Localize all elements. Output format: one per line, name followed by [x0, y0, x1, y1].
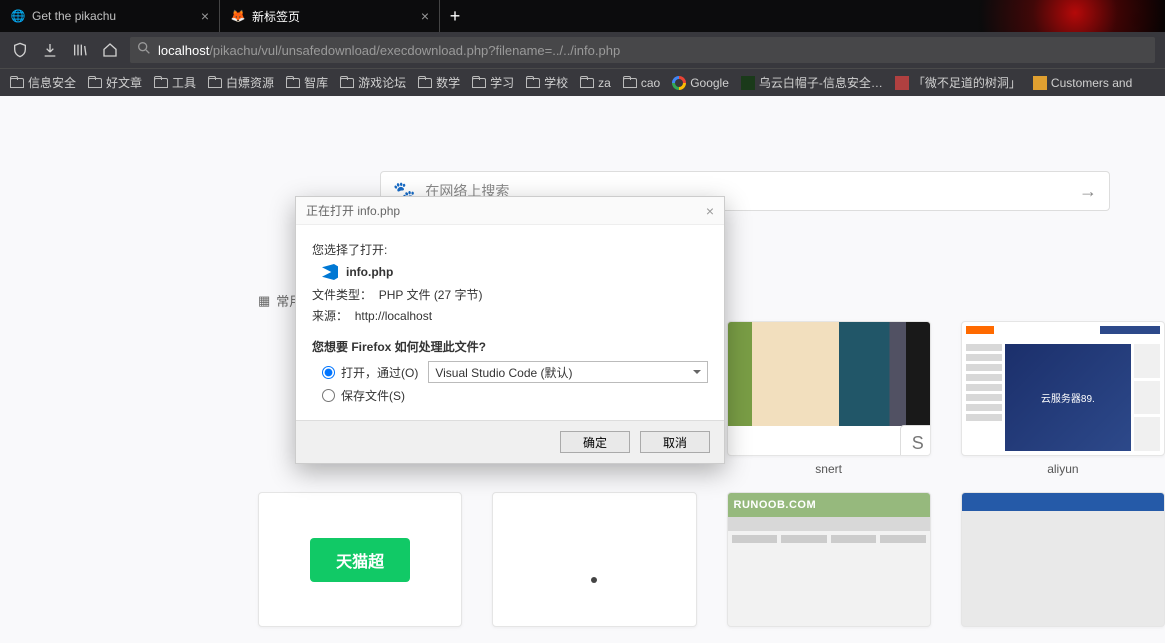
firefox-icon: 🦊: [230, 8, 246, 24]
bookmark-label: Customers and: [1051, 76, 1132, 90]
bookmark-folder[interactable]: za: [580, 76, 611, 90]
bookmark-label: 数学: [436, 74, 460, 91]
bookmark-wooyun[interactable]: 乌云白帽子-信息安全…: [741, 74, 883, 91]
bookmark-tree[interactable]: 「微不足道的树洞」: [895, 74, 1021, 91]
file-type-row: 文件类型： PHP 文件 (27 字节): [312, 286, 708, 303]
bookmark-folder[interactable]: 智库: [286, 74, 328, 91]
bookmark-folder[interactable]: 白嫖资源: [208, 74, 274, 91]
file-row: info.php: [322, 264, 708, 280]
dialog-body: 您选择了打开: info.php 文件类型： PHP 文件 (27 字节) 来源…: [296, 225, 724, 420]
how-handle-label: 您想要 Firefox 如何处理此文件?: [312, 338, 708, 355]
bookmark-folder[interactable]: 信息安全: [10, 74, 76, 91]
bookmark-folder[interactable]: 游戏论坛: [340, 74, 406, 91]
bookmarks-bar: 信息安全 好文章 工具 白嫖资源 智库 游戏论坛 数学 学习 学校 za cao…: [0, 68, 1165, 96]
option-save-file[interactable]: 保存文件(S): [322, 387, 708, 404]
bookmark-folder[interactable]: 好文章: [88, 74, 142, 91]
bookmark-customers[interactable]: Customers and: [1033, 76, 1132, 90]
bookmark-label: 工具: [172, 74, 196, 91]
search-icon: [136, 40, 152, 61]
close-icon[interactable]: ×: [201, 8, 209, 24]
file-source-row: 来源： http://localhost: [312, 307, 708, 324]
option-open-with[interactable]: 打开，通过(O) Visual Studio Code (默认): [322, 361, 708, 383]
folder-icon: [472, 78, 486, 88]
dialog-overlay: 正在打开 info.php × 您选择了打开: info.php 文件类型： P…: [0, 96, 1165, 549]
globe-icon: 🌐: [10, 8, 26, 24]
dialog-footer: 确定 取消: [296, 420, 724, 463]
option-save-label: 保存文件(S): [341, 387, 405, 404]
vscode-icon: [322, 264, 338, 280]
theme-decoration: [865, 0, 1165, 32]
close-icon[interactable]: ×: [421, 8, 429, 24]
dialog-titlebar: 正在打开 info.php ×: [296, 197, 724, 225]
folder-icon: [526, 78, 540, 88]
close-icon[interactable]: ×: [706, 203, 714, 219]
library-icon[interactable]: [70, 40, 90, 60]
folder-icon: [580, 78, 594, 88]
filename: info.php: [346, 265, 393, 279]
site-icon: [895, 76, 909, 90]
nav-bar: localhost/pikachu/vul/unsafedownload/exe…: [0, 32, 1165, 68]
tab-newtab[interactable]: 🦊 新标签页 ×: [220, 0, 440, 32]
folder-icon: [208, 78, 222, 88]
folder-icon: [340, 78, 354, 88]
chosen-open-label: 您选择了打开:: [312, 241, 708, 258]
bookmark-label: 信息安全: [28, 74, 76, 91]
bookmark-google[interactable]: Google: [672, 76, 729, 90]
bookmark-folder[interactable]: 工具: [154, 74, 196, 91]
folder-icon: [623, 78, 637, 88]
folder-icon: [418, 78, 432, 88]
bookmark-label: 学习: [490, 74, 514, 91]
site-icon: [741, 76, 755, 90]
dropdown-value: Visual Studio Code (默认): [435, 364, 572, 381]
bookmark-folder[interactable]: 学习: [472, 74, 514, 91]
dialog-title: 正在打开 info.php: [306, 202, 400, 219]
bookmark-label: 白嫖资源: [226, 74, 274, 91]
bookmark-label: 智库: [304, 74, 328, 91]
open-with-dropdown[interactable]: Visual Studio Code (默认): [428, 361, 708, 383]
tab-title: Get the pikachu: [32, 9, 116, 23]
download-icon[interactable]: [40, 40, 60, 60]
download-dialog: 正在打开 info.php × 您选择了打开: info.php 文件类型： P…: [295, 196, 725, 464]
bookmark-label: cao: [641, 76, 660, 90]
bookmark-label: 「微不足道的树洞」: [913, 74, 1021, 91]
tab-title: 新标签页: [252, 8, 300, 25]
ok-button[interactable]: 确定: [560, 431, 630, 453]
new-tab-button[interactable]: +: [440, 0, 470, 32]
folder-icon: [88, 78, 102, 88]
bookmark-label: Google: [690, 76, 729, 90]
bookmark-folder[interactable]: 数学: [418, 74, 460, 91]
tab-pikachu[interactable]: 🌐 Get the pikachu ×: [0, 0, 220, 32]
bookmark-label: 学校: [544, 74, 568, 91]
bookmark-folder[interactable]: cao: [623, 76, 660, 90]
cancel-button[interactable]: 取消: [640, 431, 710, 453]
folder-icon: [154, 78, 168, 88]
bookmark-label: za: [598, 76, 611, 90]
shield-icon[interactable]: [10, 40, 30, 60]
folder-icon: [10, 78, 24, 88]
option-open-label: 打开，通过(O): [341, 364, 418, 381]
radio-open[interactable]: [322, 366, 335, 379]
radio-save[interactable]: [322, 389, 335, 402]
home-icon[interactable]: [100, 40, 120, 60]
bookmark-label: 好文章: [106, 74, 142, 91]
url-text: localhost/pikachu/vul/unsafedownload/exe…: [158, 43, 620, 58]
address-bar[interactable]: localhost/pikachu/vul/unsafedownload/exe…: [130, 37, 1155, 63]
tab-bar: 🌐 Get the pikachu × 🦊 新标签页 × +: [0, 0, 1165, 32]
bookmark-label: 游戏论坛: [358, 74, 406, 91]
bookmark-label: 乌云白帽子-信息安全…: [759, 74, 883, 91]
folder-icon: [286, 78, 300, 88]
google-icon: [672, 76, 686, 90]
site-icon: [1033, 76, 1047, 90]
bookmark-folder[interactable]: 学校: [526, 74, 568, 91]
